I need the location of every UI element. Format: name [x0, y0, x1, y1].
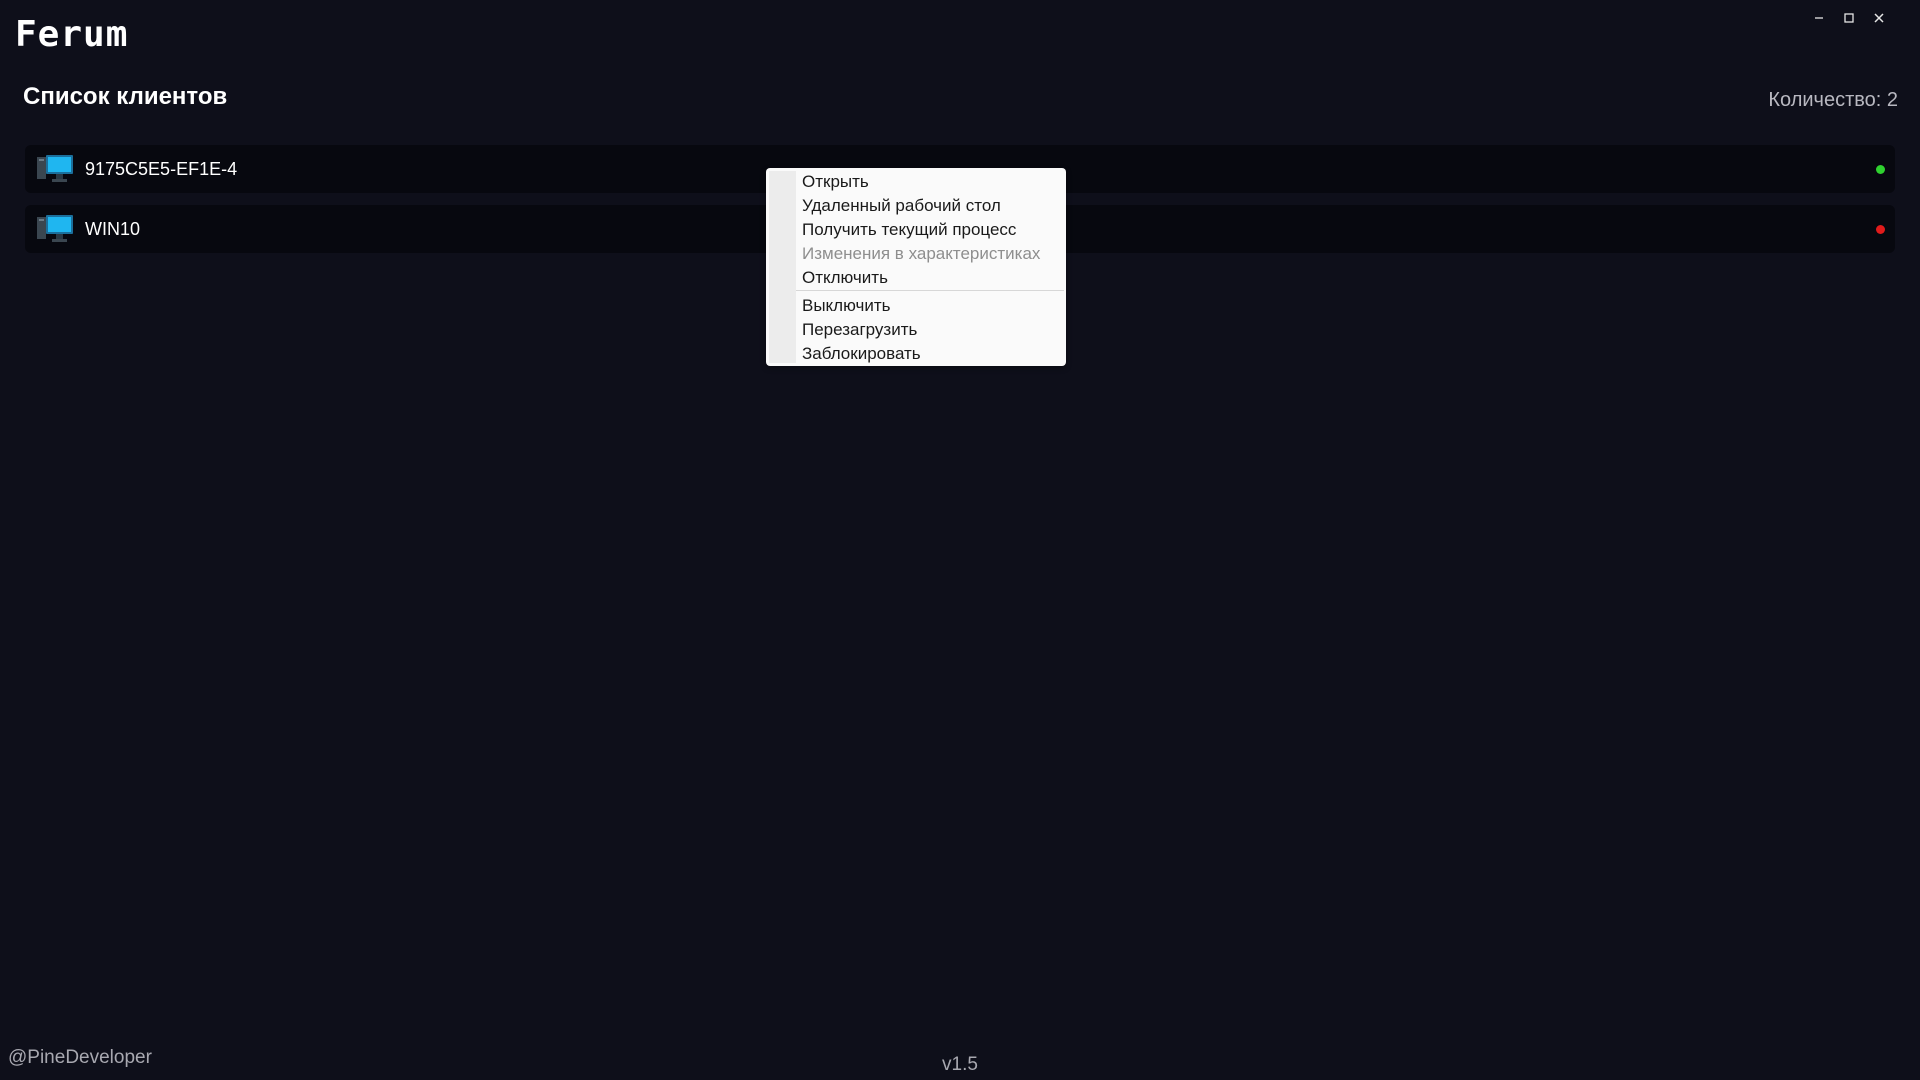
menu-item-restart[interactable]: Перезагрузить — [766, 318, 1066, 342]
menu-group-power: Выключить Перезагрузить Заблокировать — [766, 294, 1066, 366]
menu-item-disconnect[interactable]: Отключить — [766, 266, 1066, 290]
version-label: v1.5 — [942, 1054, 978, 1075]
client-count: Количество: 2 — [1768, 89, 1898, 111]
menu-item-lock[interactable]: Заблокировать — [766, 342, 1066, 366]
app-logo: Ferum — [15, 14, 129, 55]
status-indicator-online — [1876, 165, 1885, 174]
app-window: Ferum Список клиентов Количество: 2 9175… — [0, 0, 1920, 1080]
menu-item-open[interactable]: Открыть — [766, 170, 1066, 194]
menu-group-actions: Открыть Удаленный рабочий стол Получить … — [766, 170, 1066, 290]
page-title: Список клиентов — [23, 83, 228, 110]
desktop-computer-icon — [37, 155, 73, 182]
client-name: 9175C5E5-EF1E-4 — [85, 159, 238, 179]
menu-item-get-current-process[interactable]: Получить текущий процесс — [766, 218, 1066, 242]
menu-item-remote-desktop[interactable]: Удаленный рабочий стол — [766, 194, 1066, 218]
maximize-icon[interactable] — [1834, 8, 1864, 28]
minimize-icon[interactable] — [1804, 8, 1834, 28]
window-controls — [1804, 8, 1894, 28]
context-menu: Открыть Удаленный рабочий стол Получить … — [766, 168, 1066, 366]
menu-separator — [796, 290, 1064, 291]
desktop-computer-icon — [37, 215, 73, 242]
author-label: @PineDeveloper — [8, 1047, 152, 1068]
menu-item-characteristics-changes: Изменения в характеристиках — [802, 244, 1041, 263]
status-indicator-offline — [1876, 225, 1885, 234]
menu-item-shutdown[interactable]: Выключить — [766, 294, 1066, 318]
close-icon[interactable] — [1864, 8, 1894, 28]
client-name: WIN10 — [85, 219, 141, 239]
